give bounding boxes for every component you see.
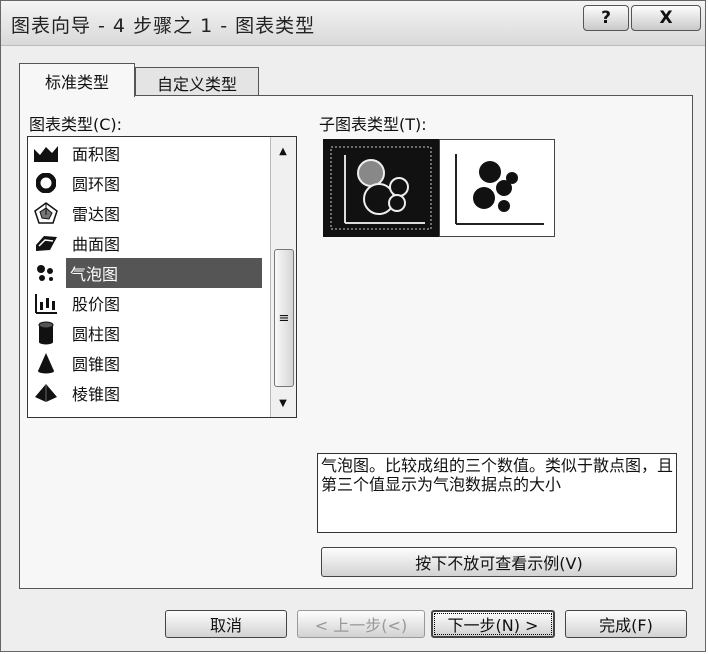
cylinder-chart-icon bbox=[32, 320, 60, 346]
list-item-selected[interactable]: 气泡图 bbox=[32, 258, 264, 288]
3d-bubble-subtype-icon bbox=[455, 154, 544, 225]
scroll-down-icon[interactable]: ▼ bbox=[271, 393, 295, 413]
finish-button[interactable]: 完成(F) bbox=[565, 610, 687, 638]
list-item[interactable]: 曲面图 bbox=[32, 229, 264, 257]
scroll-thumb[interactable]: ≡ bbox=[274, 249, 294, 387]
pyramid-chart-icon bbox=[32, 380, 60, 406]
list-item[interactable]: 面积图 bbox=[32, 139, 264, 167]
title-bar: 图表向导 - 4 步骤之 1 - 图表类型 ? X bbox=[1, 1, 705, 46]
cancel-button[interactable]: 取消 bbox=[165, 610, 287, 638]
sub-type-label: 子图表类型(T): bbox=[319, 115, 427, 134]
bubble-chart-icon bbox=[32, 260, 60, 286]
list-item[interactable]: 圆柱图 bbox=[32, 319, 264, 347]
preview-sample-button[interactable]: 按下不放可查看示例(V) bbox=[321, 547, 677, 577]
help-button[interactable]: ? bbox=[583, 5, 629, 31]
list-item[interactable]: 雷达图 bbox=[32, 199, 264, 227]
chart-type-list[interactable]: 面积图 圆环图 雷达图 曲面图 气泡图 股价图 圆柱图 圆锥图 棱锥图 ▲ ≡ … bbox=[27, 136, 297, 418]
list-item[interactable]: 圆锥图 bbox=[32, 349, 264, 377]
tab-standard-types[interactable]: 标准类型 bbox=[19, 63, 135, 97]
scroll-up-icon[interactable]: ▲ bbox=[271, 141, 295, 161]
window-title: 图表向导 - 4 步骤之 1 - 图表类型 bbox=[11, 15, 316, 37]
chart-description: 气泡图。比较成组的三个数值。类似于散点图，且第三个值显示为气泡数据点的大小 bbox=[317, 453, 677, 533]
subtype-option-3d-bubble[interactable] bbox=[439, 139, 555, 237]
chart-wizard-dialog: 图表向导 - 4 步骤之 1 - 图表类型 ? X 标准类型 自定义类型 图表类… bbox=[0, 0, 706, 652]
doughnut-chart-icon bbox=[32, 170, 60, 196]
area-chart-icon bbox=[32, 140, 60, 166]
surface-chart-icon bbox=[32, 230, 60, 256]
list-item[interactable]: 圆环图 bbox=[32, 169, 264, 197]
list-item[interactable]: 股价图 bbox=[32, 289, 264, 317]
radar-chart-icon bbox=[32, 200, 60, 226]
cone-chart-icon bbox=[32, 350, 60, 376]
list-item[interactable]: 棱锥图 bbox=[32, 379, 264, 407]
back-button[interactable]: < 上一步(<) bbox=[297, 610, 425, 638]
stock-chart-icon bbox=[32, 290, 60, 316]
list-scrollbar[interactable]: ▲ ≡ ▼ bbox=[270, 137, 296, 417]
bubble-subtype-icon bbox=[330, 146, 432, 230]
next-button[interactable]: 下一步(N) > bbox=[431, 610, 555, 638]
tab-custom-types[interactable]: 自定义类型 bbox=[135, 67, 259, 97]
chart-type-label: 图表类型(C): bbox=[29, 115, 123, 134]
close-button[interactable]: X bbox=[631, 5, 701, 31]
subtype-option-bubble[interactable] bbox=[323, 139, 439, 237]
